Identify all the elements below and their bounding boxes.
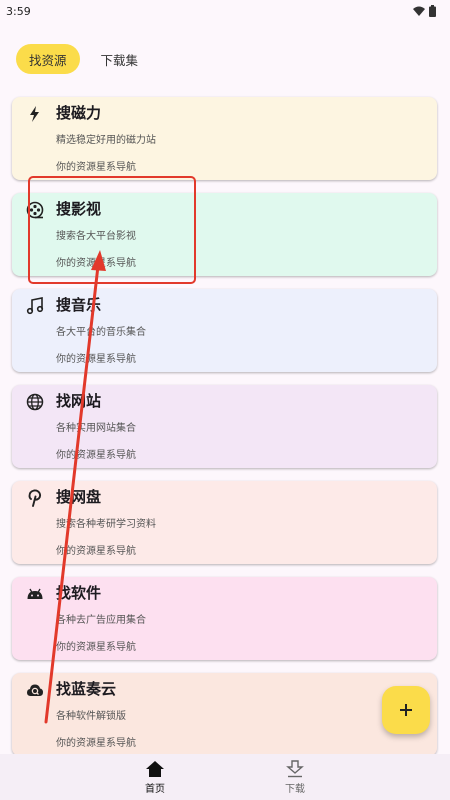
card-description: 各种实用网站集合 — [56, 423, 136, 434]
add-button[interactable] — [382, 686, 430, 734]
card-description: 各大平台的音乐集合 — [56, 327, 146, 338]
nav-home[interactable]: 首页 — [115, 754, 195, 800]
card-footer: 你的资源星系导航 — [56, 450, 136, 461]
card-footer: 你的资源星系导航 — [56, 354, 136, 365]
pinterest-icon — [28, 489, 42, 507]
nav-download[interactable]: 下载 — [255, 754, 335, 800]
card-title: 搜网盘 — [56, 488, 102, 506]
card-footer: 你的资源星系导航 — [56, 258, 136, 269]
tab-find-resources[interactable]: 找资源 — [16, 44, 80, 74]
card-description: 各种去广告应用集合 — [56, 615, 146, 626]
card-video-search[interactable]: 搜影视 搜索各大平台影视 你的资源星系导航 — [12, 193, 437, 276]
card-lanzou-cloud[interactable]: 找蓝奏云 各种软件解锁版 你的资源星系导航 — [12, 673, 437, 756]
bolt-icon — [30, 106, 39, 122]
battery-icon — [429, 5, 436, 17]
cloud-icon — [27, 684, 43, 696]
card-description: 各种软件解锁版 — [56, 711, 126, 722]
globe-icon — [26, 393, 44, 411]
card-title: 找软件 — [56, 584, 102, 602]
card-title: 找蓝奏云 — [56, 680, 117, 698]
card-find-websites[interactable]: 找网站 各种实用网站集合 你的资源星系导航 — [12, 385, 437, 468]
download-icon — [286, 760, 304, 778]
card-title: 搜磁力 — [56, 104, 102, 122]
card-footer: 你的资源星系导航 — [56, 162, 136, 173]
android-icon — [27, 588, 43, 599]
top-tabs: 找资源 下载集 — [16, 44, 151, 74]
card-title: 搜音乐 — [56, 296, 102, 314]
card-magnet-search[interactable]: 搜磁力 精选稳定好用的磁力站 你的资源星系导航 — [12, 97, 437, 180]
film-reel-icon — [26, 201, 44, 219]
card-footer: 你的资源星系导航 — [56, 642, 136, 653]
music-note-icon — [26, 297, 44, 315]
status-icons — [413, 5, 436, 17]
card-title: 找网站 — [56, 392, 102, 410]
card-title: 搜影视 — [56, 200, 102, 218]
wifi-icon — [413, 6, 425, 16]
card-description: 精选稳定好用的磁力站 — [56, 135, 156, 146]
nav-home-label: 首页 — [145, 784, 165, 795]
card-find-software[interactable]: 找软件 各种去广告应用集合 你的资源星系导航 — [12, 577, 437, 660]
card-description: 搜索各大平台影视 — [56, 231, 136, 242]
card-cloud-disk-search[interactable]: 搜网盘 搜索各种考研学习资料 你的资源星系导航 — [12, 481, 437, 564]
card-footer: 你的资源星系导航 — [56, 738, 136, 749]
tab-download-collection[interactable]: 下载集 — [88, 44, 152, 74]
card-footer: 你的资源星系导航 — [56, 546, 136, 557]
home-icon — [146, 761, 164, 777]
nav-download-label: 下载 — [285, 784, 305, 795]
status-bar: 3:59 — [0, 0, 450, 22]
card-music-search[interactable]: 搜音乐 各大平台的音乐集合 你的资源星系导航 — [12, 289, 437, 372]
card-description: 搜索各种考研学习资料 — [56, 519, 156, 530]
bottom-navigation: 首页 下载 — [0, 754, 450, 800]
plus-icon — [400, 704, 412, 716]
status-time: 3:59 — [6, 4, 31, 18]
